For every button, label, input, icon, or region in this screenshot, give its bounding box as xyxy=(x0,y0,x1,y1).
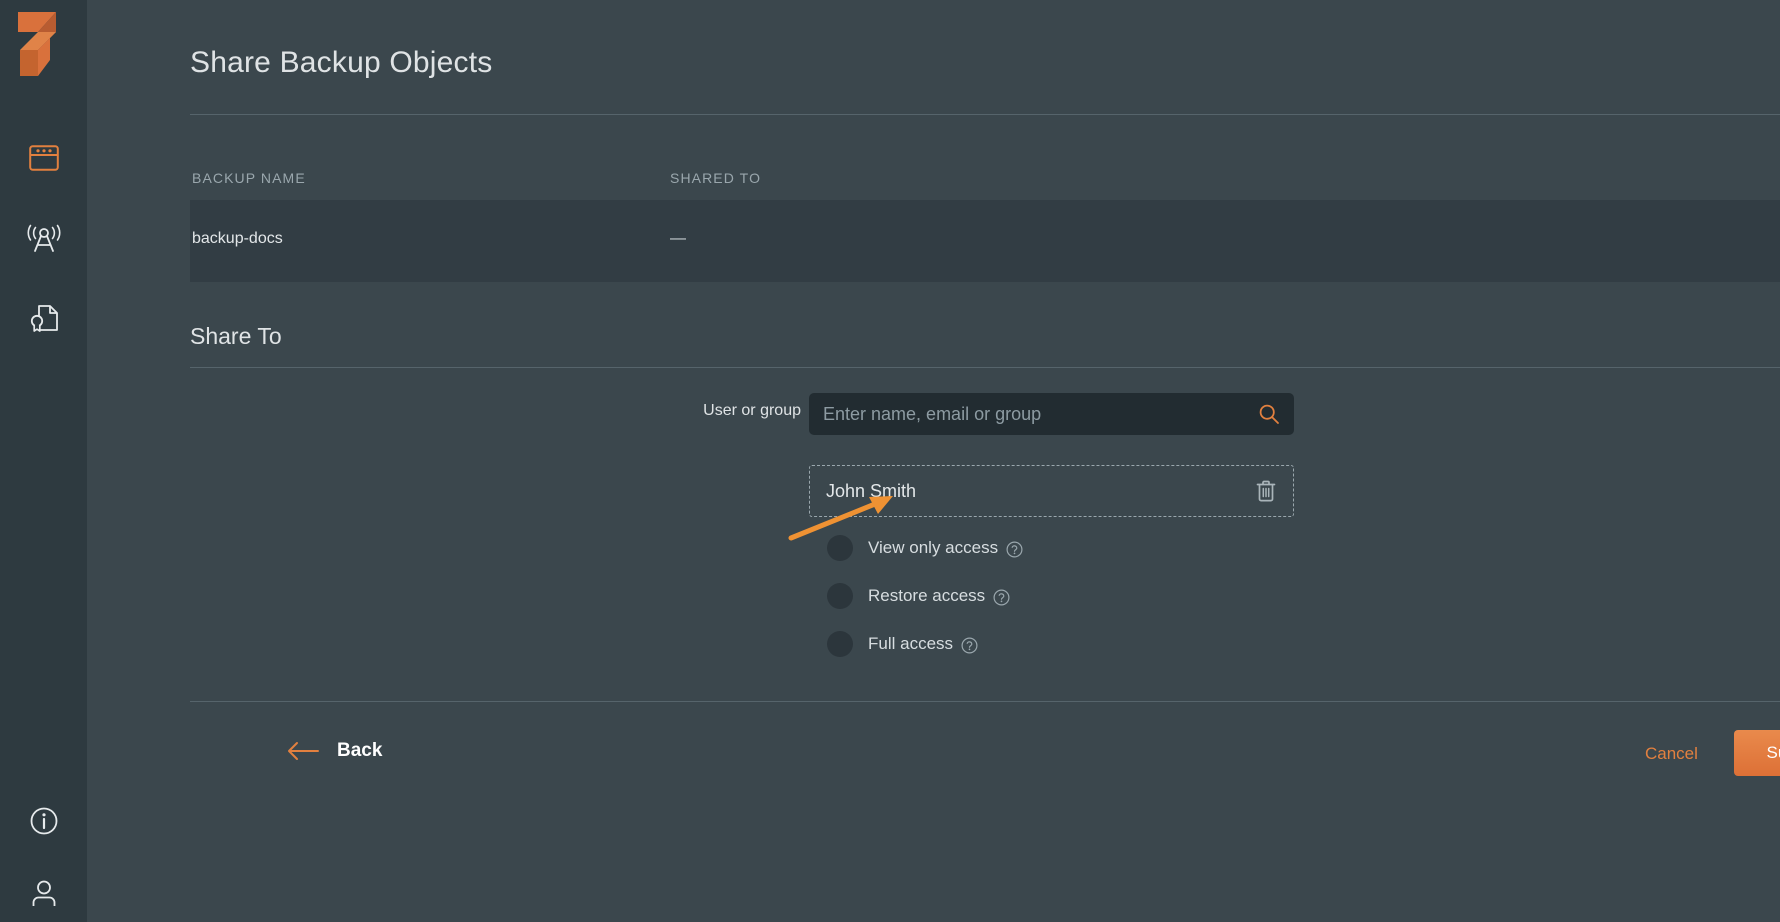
main-content: Share Backup Objects BACKUP NAME SHARED … xyxy=(87,0,1780,922)
radio-dot[interactable] xyxy=(827,583,853,609)
selected-user-name: John Smith xyxy=(826,481,1255,502)
cancel-button[interactable]: Cancel xyxy=(1645,744,1698,764)
info-circle-icon xyxy=(29,806,59,841)
sidebar-item-documents[interactable] xyxy=(0,297,87,343)
table-row[interactable]: backup-docs — xyxy=(190,200,1780,282)
app-root: Share Backup Objects BACKUP NAME SHARED … xyxy=(0,0,1780,922)
document-badge-icon xyxy=(28,302,60,339)
footer-divider xyxy=(190,701,1780,702)
page-title: Share Backup Objects xyxy=(190,46,493,80)
dashboard-window-icon xyxy=(29,145,59,176)
section-title-share-to: Share To xyxy=(190,323,282,350)
user-or-group-label: User or group xyxy=(661,402,801,420)
column-header-shared-to: SHARED TO xyxy=(670,170,761,186)
radio-label: Full access xyxy=(868,634,953,654)
radio-full-access[interactable]: Full access xyxy=(827,631,978,657)
submit-button[interactable]: Submit xyxy=(1734,730,1780,776)
radio-view-only-access[interactable]: View only access xyxy=(827,535,1023,561)
broadcast-antenna-icon xyxy=(26,221,62,258)
radio-label: View only access xyxy=(868,538,998,558)
sidebar-item-dashboard[interactable] xyxy=(0,137,87,183)
back-button[interactable]: Back xyxy=(287,740,382,762)
column-header-backup-name: BACKUP NAME xyxy=(192,170,306,186)
sidebar-item-account[interactable] xyxy=(0,872,87,918)
selected-user-chip[interactable]: John Smith xyxy=(809,465,1294,517)
header-divider xyxy=(190,114,1780,115)
back-button-label: Back xyxy=(337,740,382,762)
search-input-placeholder: Enter name, email or group xyxy=(823,404,1258,425)
help-circle-icon[interactable] xyxy=(993,589,1010,606)
cell-shared-to: — xyxy=(670,230,686,248)
zerto-logo-icon[interactable] xyxy=(16,10,62,78)
help-circle-icon[interactable] xyxy=(961,637,978,654)
radio-dot[interactable] xyxy=(827,631,853,657)
sidebar xyxy=(0,0,87,922)
trash-icon[interactable] xyxy=(1255,479,1277,503)
help-circle-icon[interactable] xyxy=(1006,541,1023,558)
sidebar-item-info[interactable] xyxy=(0,800,87,846)
user-account-icon xyxy=(29,878,59,913)
radio-restore-access[interactable]: Restore access xyxy=(827,583,1010,609)
arrow-left-icon xyxy=(287,741,319,761)
share-to-divider xyxy=(190,367,1780,368)
sidebar-item-broadcast[interactable] xyxy=(0,216,87,262)
radio-dot[interactable] xyxy=(827,535,853,561)
cell-backup-name: backup-docs xyxy=(192,230,283,248)
search-input[interactable]: Enter name, email or group xyxy=(809,393,1294,435)
search-icon[interactable] xyxy=(1258,403,1280,425)
radio-label: Restore access xyxy=(868,586,985,606)
